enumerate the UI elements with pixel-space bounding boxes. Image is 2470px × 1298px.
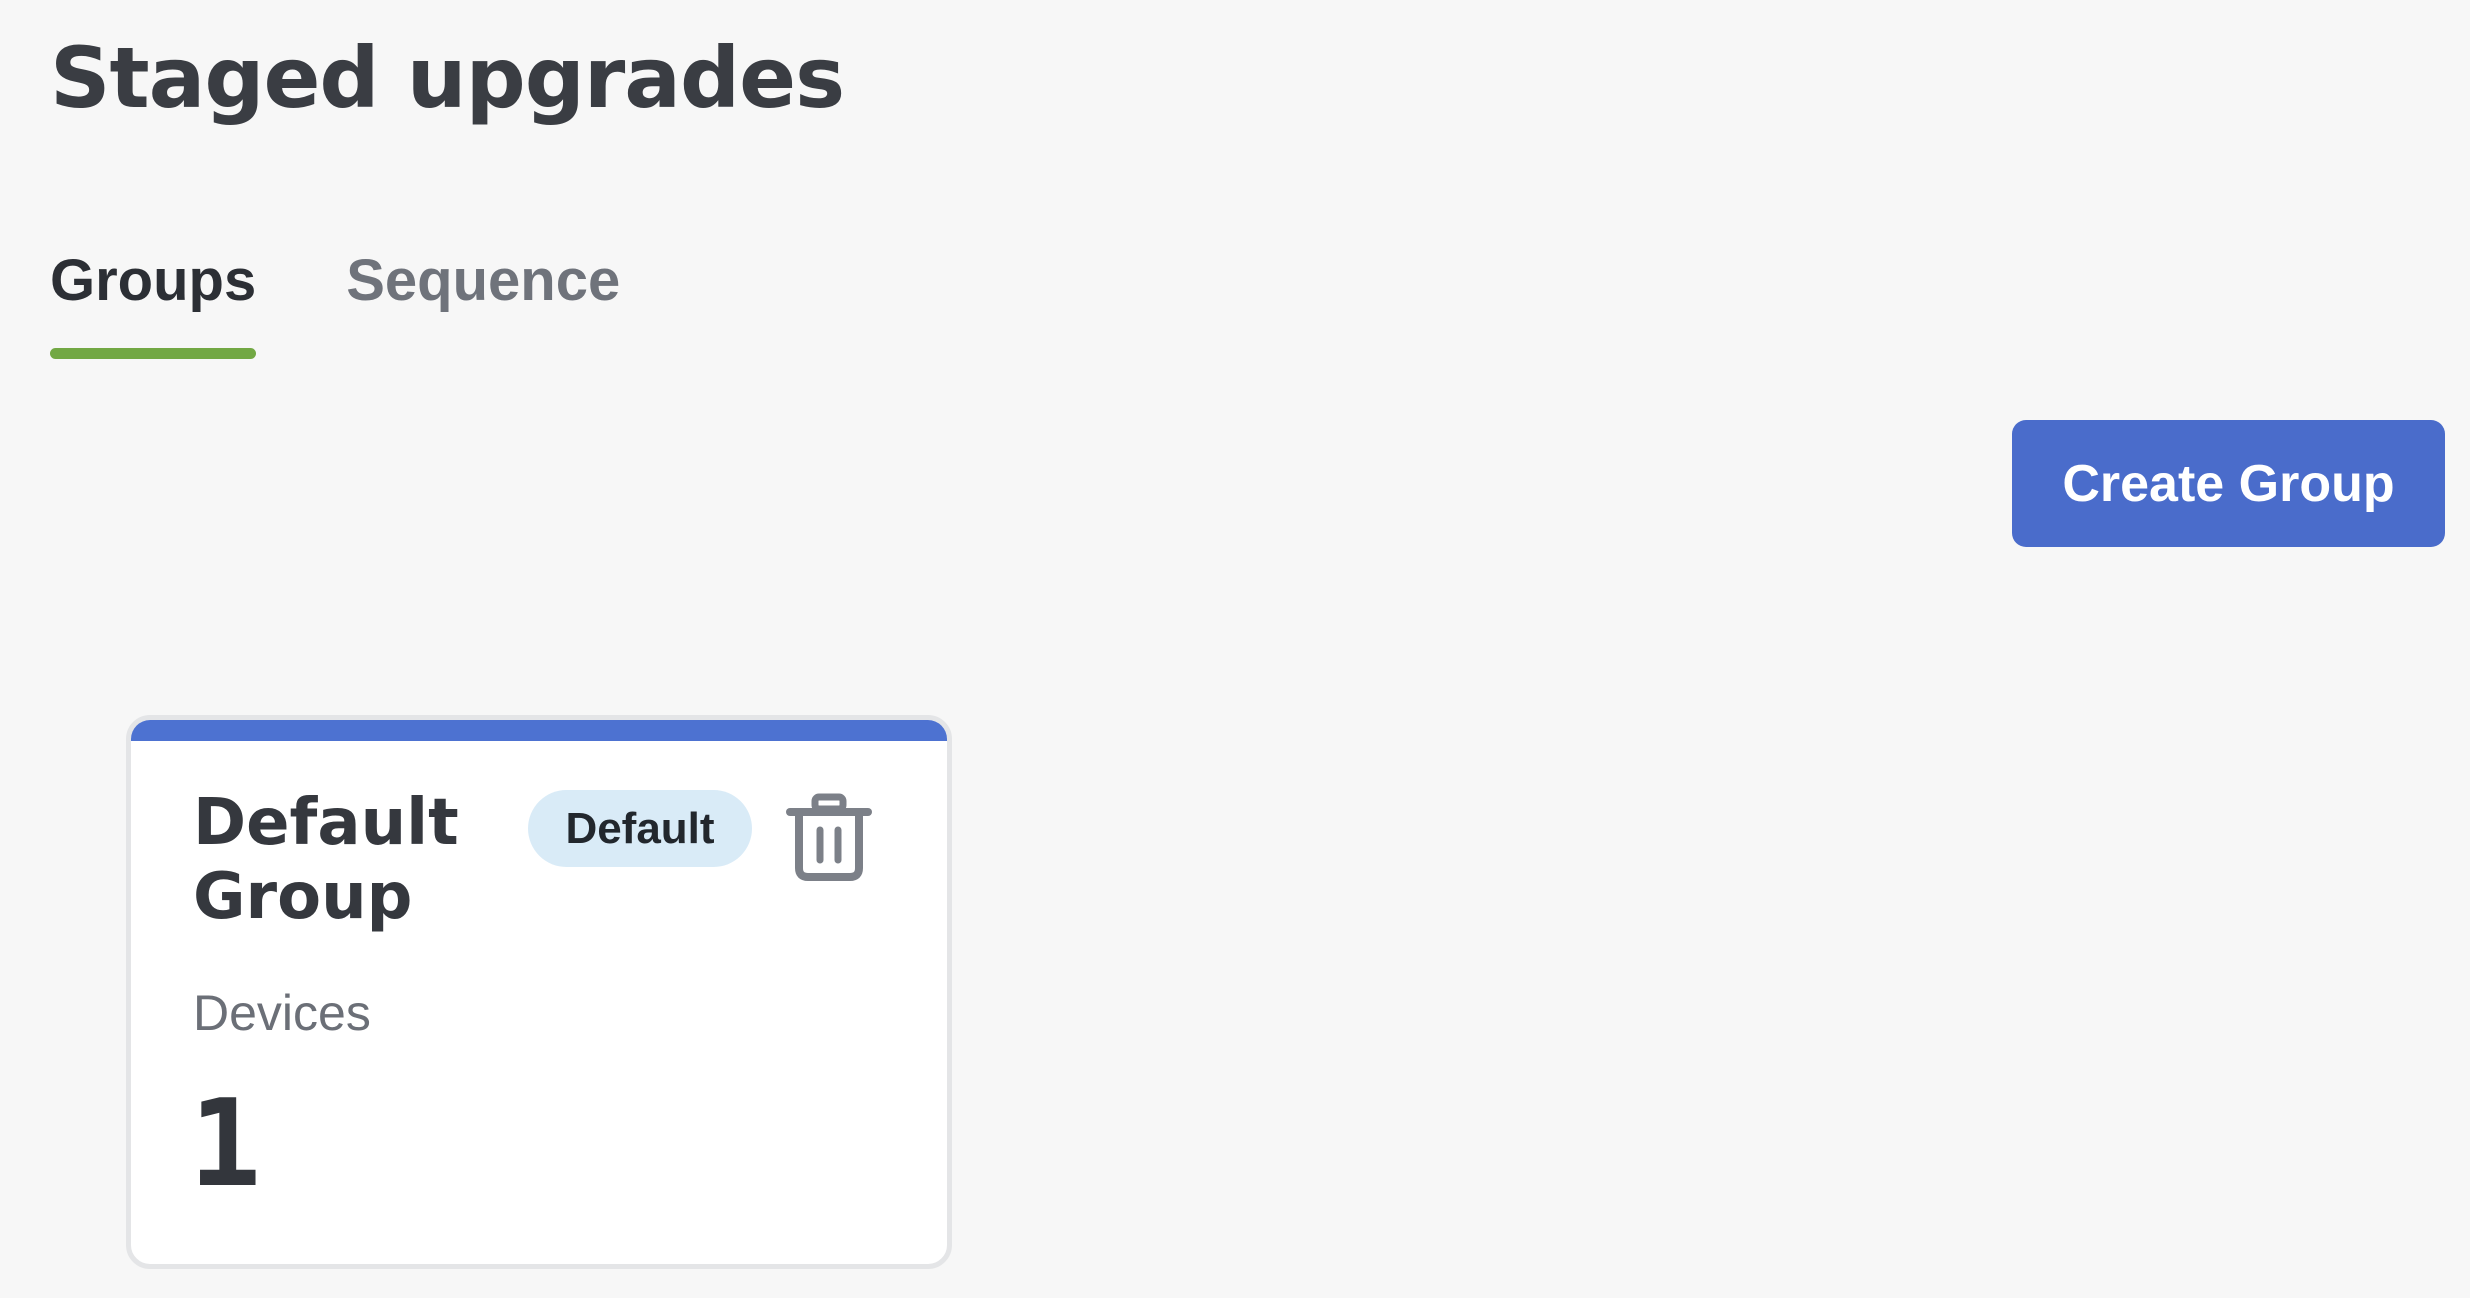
group-name: Default Group [193, 786, 459, 934]
create-group-button[interactable]: Create Group [2012, 420, 2445, 547]
tab-sequence[interactable]: Sequence [346, 240, 620, 360]
trash-icon [786, 792, 872, 882]
devices-count: 1 [189, 1075, 262, 1214]
tab-bar: Groups Sequence [50, 240, 620, 360]
tab-sequence-label: Sequence [346, 248, 621, 313]
card-accent-bar [131, 720, 947, 741]
tab-groups[interactable]: Groups [50, 240, 257, 360]
tab-groups-label: Groups [50, 248, 257, 313]
devices-label: Devices [193, 985, 371, 1041]
active-tab-indicator [50, 348, 257, 359]
group-card[interactable]: Default Group Default Devices 1 [126, 715, 952, 1269]
page-title: Staged upgrades [50, 29, 845, 127]
delete-group-button[interactable] [786, 792, 872, 882]
default-badge: Default [528, 790, 752, 867]
